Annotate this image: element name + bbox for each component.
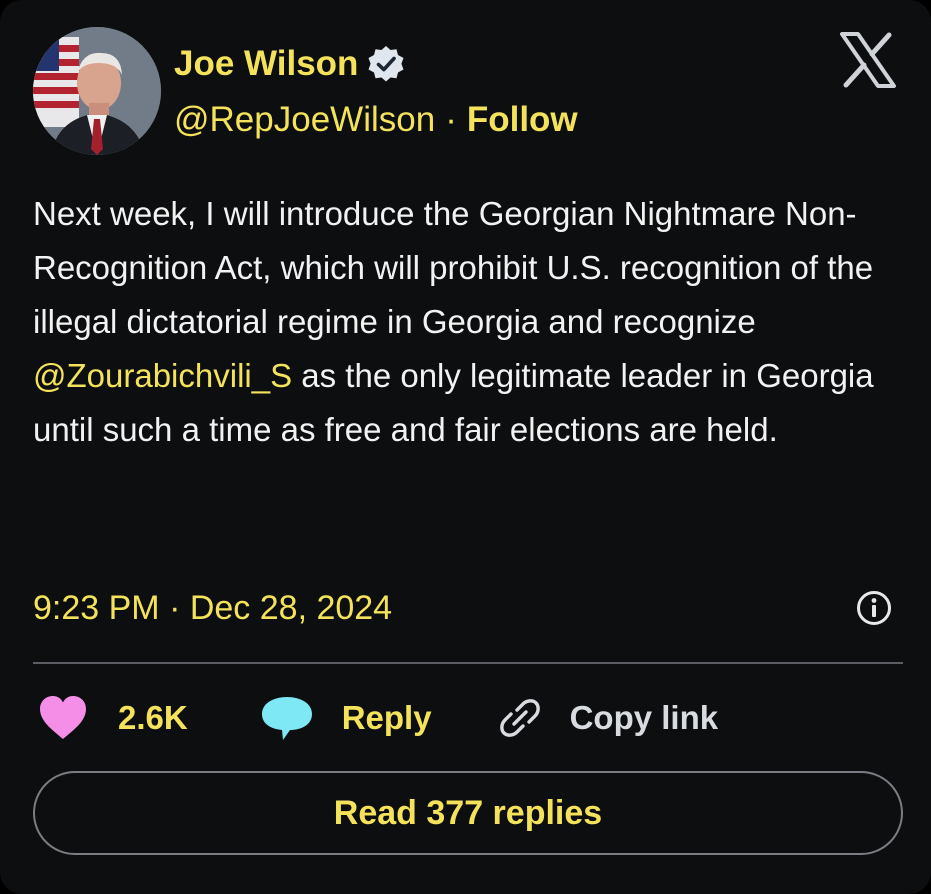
speech-bubble-icon (261, 697, 312, 740)
copy-link-label: Copy link (569, 699, 719, 736)
like-button[interactable]: 2.6K (38, 695, 188, 741)
reply-button[interactable]: Reply (260, 695, 432, 741)
avatar[interactable] (33, 27, 161, 155)
author-handle[interactable]: @RepJoeWilson (174, 100, 435, 140)
read-replies-button[interactable]: Read 377 replies (33, 771, 903, 855)
tweet-text: Next week, I will introduce the Georgian… (33, 187, 893, 457)
verified-badge-icon (368, 46, 404, 82)
tweet-timestamp[interactable]: 9:23 PM · Dec 28, 2024 (33, 589, 392, 628)
mention-link[interactable]: @Zourabichvili_S (33, 357, 292, 394)
author-handle-row: @RepJoeWilson · Follow (174, 96, 578, 144)
tweet-text-part1: Next week, I will introduce the Georgian… (33, 195, 874, 340)
divider (33, 662, 903, 664)
profile-photo (33, 27, 161, 155)
like-count: 2.6K (118, 699, 188, 736)
author-name[interactable]: Joe Wilson (174, 44, 358, 84)
x-logo-icon[interactable] (838, 32, 898, 88)
author-name-row: Joe Wilson (174, 40, 406, 88)
action-bar: 2.6K Reply Copy link (38, 690, 718, 746)
copy-link-button[interactable]: Copy link (496, 694, 719, 742)
tweet-card: Joe Wilson @RepJoeWilson · Follow Next w… (0, 0, 931, 894)
info-icon[interactable] (855, 589, 893, 627)
heart-icon (40, 696, 86, 739)
link-icon (499, 699, 540, 737)
separator-dot: · (445, 100, 457, 139)
follow-button[interactable]: Follow (467, 100, 578, 140)
tweet-meta-row: 9:23 PM · Dec 28, 2024 (33, 584, 893, 632)
reply-label: Reply (341, 699, 432, 736)
